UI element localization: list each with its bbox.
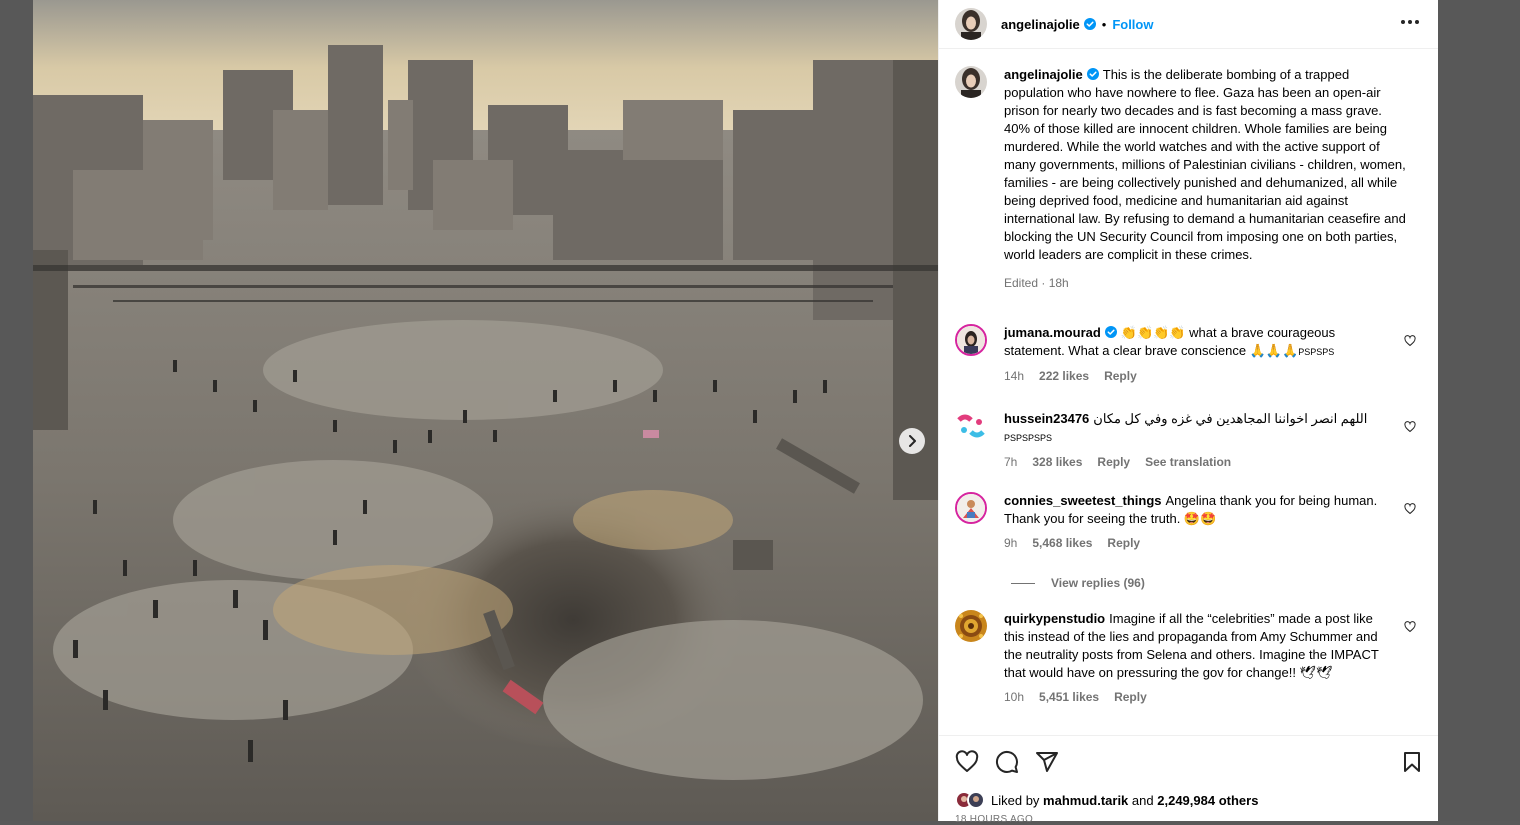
post-image [33, 0, 938, 821]
comment-time[interactable]: 14h [1004, 369, 1024, 383]
liker-avatar [967, 791, 985, 809]
comment-likes[interactable]: 328 likes [1032, 455, 1082, 469]
view-replies-line [1011, 582, 1035, 584]
verified-badge-icon [1104, 326, 1117, 338]
share-icon [1036, 752, 1058, 772]
reply-button[interactable]: Reply [1097, 455, 1130, 469]
caption-block: angelinajolie This is the deliberate bomb… [955, 66, 1422, 292]
post-modal: angelinajolie • Follow angelinajolie This… [33, 0, 1438, 825]
comment-text: 👏👏👏👏 what a brave courageous [1120, 325, 1336, 340]
comment-icon [995, 750, 1018, 773]
liked-by-user[interactable]: mahmud.tarik [1043, 793, 1128, 808]
like-button[interactable] [955, 750, 979, 779]
heart-icon [955, 750, 979, 772]
share-button[interactable] [1035, 750, 1059, 779]
like-comment-button[interactable] [1404, 420, 1416, 438]
author-username[interactable]: angelinajolie [1001, 17, 1080, 32]
chevron-right-icon [909, 435, 916, 447]
verified-badge-icon [1083, 18, 1096, 30]
liked-by-row: Liked by mahmud.tarik and 2,249,984 othe… [955, 791, 1258, 809]
more-options-button[interactable] [1400, 12, 1420, 37]
verified-badge-icon [1086, 68, 1099, 80]
comment-tail: PSPSPSPS [1004, 433, 1053, 443]
author-avatar[interactable] [955, 8, 987, 40]
comment-likes[interactable]: 5,451 likes [1039, 690, 1099, 704]
view-replies-button[interactable]: View replies (96) [1011, 576, 1145, 590]
bookmark-icon [1404, 752, 1420, 772]
commenter-avatar[interactable] [955, 610, 987, 642]
comment-item: quirkypenstudio Imagine if all the “celeb… [955, 610, 1422, 706]
comment-likes[interactable]: 5,468 likes [1032, 536, 1092, 550]
commenter-avatar[interactable] [955, 324, 987, 356]
comment-username[interactable]: connies_sweetest_things [1004, 493, 1162, 508]
more-options-icon [1401, 20, 1419, 24]
heart-icon [1404, 503, 1416, 515]
commenter-avatar[interactable] [955, 410, 987, 442]
commenter-avatar[interactable] [955, 492, 987, 524]
post-header: angelinajolie • Follow [939, 0, 1438, 49]
comment-username[interactable]: jumana.mourad [1004, 325, 1101, 340]
heart-icon [1404, 335, 1416, 347]
liked-by-prefix: Liked by [991, 792, 1040, 808]
liked-by-and: and [1131, 792, 1154, 808]
next-image-button[interactable] [899, 428, 925, 454]
comment-time[interactable]: 10h [1004, 690, 1024, 704]
header-separator: • [1101, 16, 1107, 32]
comments-scroll-area[interactable]: angelinajolie This is the deliberate bomb… [939, 50, 1438, 735]
comment-username[interactable]: quirkypenstudio [1004, 611, 1105, 626]
like-comment-button[interactable] [1404, 334, 1416, 352]
caption-avatar[interactable] [955, 66, 987, 98]
view-replies-label[interactable]: View replies (96) [1051, 576, 1145, 590]
comment-likes[interactable]: 222 likes [1039, 369, 1089, 383]
backdrop-right-area [1438, 0, 1520, 821]
comment-time[interactable]: 9h [1004, 536, 1017, 550]
comment-tail: PSPSPS [1298, 347, 1335, 357]
heart-icon [1404, 421, 1416, 433]
follow-button[interactable]: Follow [1112, 17, 1153, 32]
post-details-panel: angelinajolie • Follow angelinajolie This… [938, 0, 1438, 825]
post-time-ago[interactable]: 18 HOURS AGO [955, 814, 1033, 825]
comment-text-cont: statement. What a clear brave conscience… [1004, 343, 1299, 358]
heart-icon [1404, 621, 1416, 633]
comment-item: connies_sweetest_things Angelina thank yo… [955, 492, 1422, 552]
destruction-photo [33, 0, 938, 821]
reply-button[interactable]: Reply [1107, 536, 1140, 550]
liked-count[interactable]: 2,249,984 others [1157, 793, 1258, 808]
comment-button[interactable] [995, 750, 1019, 779]
reply-button[interactable]: Reply [1114, 690, 1147, 704]
like-comment-button[interactable] [1404, 620, 1416, 638]
see-translation-button[interactable]: See translation [1145, 455, 1231, 469]
caption-username[interactable]: angelinajolie [1004, 67, 1083, 82]
like-comment-button[interactable] [1404, 502, 1416, 520]
caption-text: This is the deliberate bombing of a trap… [1004, 67, 1406, 262]
comment-text: اللهم انصر اخواننا المجاهدين في غزه وفي … [1093, 411, 1368, 426]
comment-username[interactable]: hussein23476 [1004, 411, 1089, 426]
post-actions-bar [939, 735, 1438, 787]
comment-item: hussein23476 اللهم انصر اخواننا المجاهدين… [955, 410, 1422, 471]
reply-button[interactable]: Reply [1104, 369, 1137, 383]
comment-item: jumana.mourad 👏👏👏👏 what a brave courageou… [955, 324, 1422, 385]
caption-meta: Edited · 18h [1004, 276, 1069, 290]
save-button[interactable] [1400, 750, 1424, 779]
comment-time[interactable]: 7h [1004, 455, 1017, 469]
